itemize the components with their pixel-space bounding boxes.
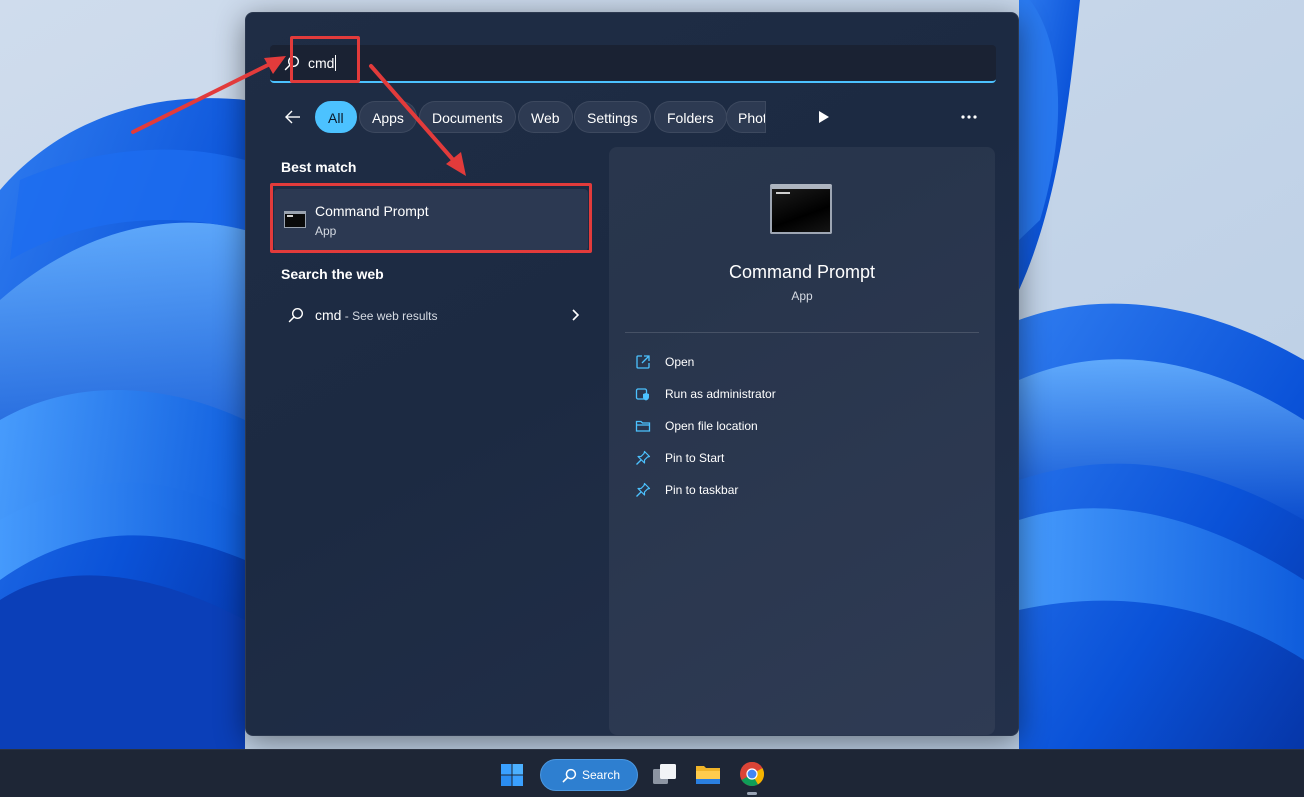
shield-admin-icon: [635, 388, 649, 401]
search-input[interactable]: cmd: [270, 45, 996, 83]
web-result-term: cmd: [315, 307, 342, 323]
pin-icon: [636, 482, 651, 497]
filter-chip-apps[interactable]: Apps: [359, 101, 417, 133]
start-icon[interactable]: [500, 763, 524, 787]
details-panel: Command Prompt App Open Run as administr…: [609, 147, 995, 735]
filter-chip-settings[interactable]: Settings: [574, 101, 651, 133]
web-result-hint: - See web results: [341, 309, 438, 323]
folder-icon: [635, 420, 651, 432]
taskbar-search-label: Search: [582, 768, 621, 782]
action-open-file-location-label: Open file location: [665, 419, 758, 433]
filter-chip-web[interactable]: Web: [518, 101, 573, 133]
search-icon: [288, 307, 304, 323]
web-result-cmd[interactable]: cmd - See web results: [274, 297, 588, 333]
running-app-indicator: [747, 792, 757, 795]
best-match-heading: Best match: [281, 159, 357, 175]
action-run-as-administrator-label: Run as administrator: [665, 387, 776, 401]
annotation-highlight-best-match: [270, 183, 592, 253]
back-arrow-icon[interactable]: [284, 108, 302, 126]
details-app-name: Command Prompt: [728, 262, 876, 282]
action-pin-to-start[interactable]: Pin to Start: [625, 444, 925, 472]
web-result-label: cmd - See web results: [315, 307, 438, 323]
filter-chip-folders[interactable]: Folders: [654, 101, 727, 133]
taskbar: Search: [0, 749, 1304, 797]
file-explorer-icon[interactable]: [695, 762, 721, 786]
filter-chip-documents[interactable]: Documents: [419, 101, 516, 133]
more-options-icon[interactable]: [960, 114, 978, 120]
taskbar-search-button[interactable]: Search: [540, 759, 638, 791]
details-divider: [625, 332, 979, 333]
action-open-label: Open: [665, 355, 695, 369]
details-app-kind: App: [791, 289, 813, 303]
action-pin-to-taskbar[interactable]: Pin to taskbar: [625, 476, 925, 504]
open-external-icon: [636, 355, 650, 369]
annotation-highlight-search-query: [290, 36, 360, 83]
pin-icon: [636, 450, 651, 465]
task-view-icon[interactable]: [652, 763, 678, 785]
action-pin-to-taskbar-label: Pin to taskbar: [665, 483, 739, 497]
scroll-right-icon[interactable]: [818, 110, 830, 124]
command-prompt-large-icon: [770, 184, 832, 234]
action-run-as-administrator[interactable]: Run as administrator: [625, 380, 925, 408]
filter-chip-all[interactable]: All: [315, 101, 357, 133]
action-open[interactable]: Open: [625, 348, 925, 376]
search-the-web-heading: Search the web: [281, 266, 384, 282]
chevron-right-icon[interactable]: [570, 309, 580, 321]
filter-chip-photos[interactable]: Phot: [726, 101, 766, 133]
search-icon: [562, 768, 577, 783]
search-flyout: cmd All Apps Documents Web Settings Fold…: [245, 12, 1019, 736]
action-open-file-location[interactable]: Open file location: [625, 412, 925, 440]
chrome-icon[interactable]: [739, 761, 765, 787]
action-pin-to-start-label: Pin to Start: [665, 451, 725, 465]
filter-row: All Apps Documents Web Settings Folders …: [280, 101, 996, 133]
